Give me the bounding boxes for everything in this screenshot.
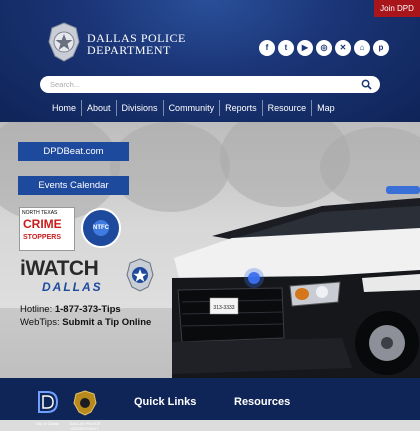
crime-stoppers-text: CRIME STOPPERS bbox=[23, 217, 62, 243]
dept-name-line2: DEPARTMENT bbox=[87, 42, 171, 57]
main-nav: Home About Divisions Community Reports R… bbox=[47, 100, 340, 116]
nav-about[interactable]: About bbox=[81, 100, 116, 116]
search-bar bbox=[40, 76, 380, 93]
city-of-dallas-caption: City of Dallas bbox=[35, 421, 59, 426]
site-header: Join DPD DALLAS POLICE DEPARTMENT f t ▶ … bbox=[0, 0, 420, 122]
dpd-footer-caption: DALLAS POLICE DEPARTMENT bbox=[69, 421, 101, 431]
pinterest-icon[interactable]: p bbox=[373, 40, 389, 56]
department-name[interactable]: DALLAS POLICE DEPARTMENT bbox=[87, 32, 186, 57]
police-car-image: 313-3333 bbox=[172, 186, 420, 378]
city-of-dallas-logo[interactable]: City of Dallas bbox=[35, 390, 59, 431]
license-plate-text: 313-3333 bbox=[213, 305, 234, 311]
hotline-label: Hotline: bbox=[20, 304, 53, 315]
nav-home[interactable]: Home bbox=[47, 100, 81, 116]
search-input[interactable] bbox=[50, 78, 350, 91]
resources-heading: Resources bbox=[234, 396, 291, 408]
search-icon[interactable] bbox=[361, 79, 372, 90]
dpd-badge-logo[interactable] bbox=[47, 22, 81, 62]
crime-stoppers-line1: CRIME bbox=[23, 217, 62, 231]
city-of-dallas-icon bbox=[38, 391, 59, 413]
webtips-row: WebTips: Submit a Tip Online bbox=[20, 317, 151, 328]
nav-reports[interactable]: Reports bbox=[219, 100, 262, 116]
dpdbeat-button[interactable]: DPDBeat.com bbox=[18, 142, 129, 161]
dpd-badge-icon bbox=[126, 258, 154, 292]
hotline-row: Hotline: 1-877-373-Tips bbox=[20, 304, 121, 315]
nav-community[interactable]: Community bbox=[162, 100, 220, 116]
ntfc-label: NTFC bbox=[93, 220, 109, 236]
hotline-number[interactable]: 1-877-373-Tips bbox=[55, 304, 121, 315]
facebook-icon[interactable]: f bbox=[259, 40, 275, 56]
crime-stoppers-region: NORTH TEXAS bbox=[22, 210, 58, 216]
footer-logos: City of Dallas DALLAS POLICE DEPARTMENT bbox=[35, 390, 103, 431]
webtips-label: WebTips: bbox=[20, 317, 60, 328]
iwatch-dallas-text: DALLAS bbox=[42, 280, 103, 294]
x-icon[interactable]: ✕ bbox=[335, 40, 351, 56]
home-icon[interactable]: ⌂ bbox=[354, 40, 370, 56]
events-calendar-button[interactable]: Events Calendar bbox=[18, 176, 129, 195]
crime-stoppers-line2: STOPPERS bbox=[23, 234, 61, 241]
nav-resource[interactable]: Resource bbox=[261, 100, 312, 116]
quick-links-heading: Quick Links bbox=[134, 396, 197, 408]
youtube-icon[interactable]: ▶ bbox=[297, 40, 313, 56]
ntfc-seal-logo[interactable]: NTFC bbox=[81, 208, 121, 248]
crime-stoppers-logo[interactable]: NORTH TEXAS CRIME STOPPERS bbox=[19, 207, 75, 251]
nav-map[interactable]: Map bbox=[311, 100, 340, 116]
instagram-icon[interactable]: ◎ bbox=[316, 40, 332, 56]
webtips-link[interactable]: Submit a Tip Online bbox=[62, 317, 151, 328]
dpd-footer-badge-icon bbox=[73, 390, 97, 416]
twitter-icon[interactable]: t bbox=[278, 40, 294, 56]
light-bar bbox=[386, 186, 420, 194]
dpd-footer-logo[interactable]: DALLAS POLICE DEPARTMENT bbox=[69, 390, 103, 431]
social-links: f t ▶ ◎ ✕ ⌂ p bbox=[259, 40, 389, 56]
nav-divisions[interactable]: Divisions bbox=[115, 100, 163, 116]
iwatch-dallas-logo[interactable]: iWATCH DALLAS bbox=[20, 258, 124, 296]
iwatch-text: iWATCH bbox=[20, 257, 99, 280]
join-dpd-button[interactable]: Join DPD bbox=[374, 0, 420, 17]
site-footer: City of Dallas DALLAS POLICE DEPARTMENT … bbox=[0, 378, 420, 431]
